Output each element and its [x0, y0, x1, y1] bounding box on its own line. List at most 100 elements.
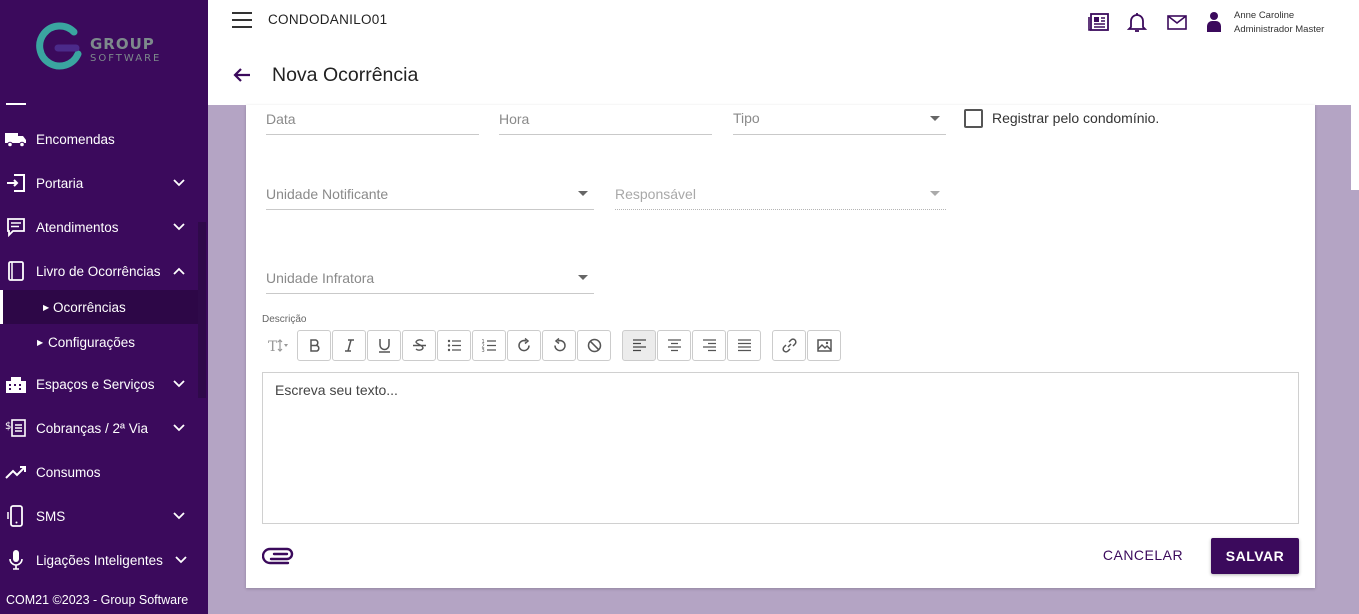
italic-icon	[344, 339, 354, 352]
attachment-icon[interactable]	[262, 543, 296, 567]
bullet-list-button[interactable]	[437, 330, 471, 361]
occurrence-form: Data Hora Tipo Registrar pelo condomínio…	[246, 105, 1315, 588]
tipo-placeholder: Tipo	[733, 110, 760, 126]
newspaper-icon[interactable]	[1088, 11, 1110, 33]
insert-image-button[interactable]	[807, 330, 841, 361]
chevron-down-icon	[173, 424, 185, 432]
hamburger-line	[232, 19, 252, 21]
descricao-label: Descrição	[262, 314, 307, 325]
phone-icon	[5, 505, 27, 527]
hamburger-line	[232, 26, 252, 28]
sidebar-item-label: Consumos	[36, 464, 101, 480]
dropdown-arrow-icon	[930, 191, 940, 196]
sidebar-item-consumos[interactable]: Consumos	[0, 452, 208, 492]
book-icon	[5, 260, 27, 282]
underline-icon	[378, 339, 390, 353]
bill-icon: $	[5, 417, 27, 439]
chevron-up-icon	[173, 267, 185, 275]
sidebar: GROUP SOFTWARE Encomendas Portaria Atend…	[0, 0, 208, 614]
sidebar-item-atendimentos[interactable]: Atendimentos	[0, 207, 208, 247]
chevron-down-icon	[175, 556, 187, 564]
caret-right-icon: ▶	[37, 337, 44, 347]
undo-button[interactable]	[542, 330, 576, 361]
registrar-label[interactable]: Registrar pelo condomínio.	[992, 110, 1159, 126]
font-size-button[interactable]: T	[262, 330, 296, 361]
align-center-icon	[667, 339, 681, 352]
data-placeholder: Data	[266, 111, 296, 127]
chevron-down-icon	[173, 512, 185, 520]
sidebar-item-portaria[interactable]: Portaria	[0, 163, 208, 203]
align-left-button[interactable]	[622, 330, 656, 361]
unidade-infratora-select[interactable]: Unidade Infratora	[266, 264, 594, 294]
data-field[interactable]: Data	[266, 105, 479, 135]
logo-g-icon	[36, 22, 82, 70]
description-editor[interactable]: Escreva seu texto...	[262, 372, 1299, 524]
sidebar-scrollbar[interactable]	[198, 222, 206, 398]
sidebar-item-label: Ligações Inteligentes	[36, 552, 163, 568]
user-icon[interactable]	[1206, 11, 1222, 33]
align-left-icon	[632, 339, 646, 352]
sidebar-item-label: SMS	[36, 508, 66, 524]
sidebar-item-ligacoes-inteligentes[interactable]: Ligações Inteligentes	[0, 540, 208, 580]
responsavel-select[interactable]: Responsável	[615, 180, 946, 210]
sidebar-item-label: Encomendas	[36, 131, 115, 147]
sidebar-item-livro-ocorrencias[interactable]: Livro de Ocorrências	[0, 251, 208, 291]
redo-button[interactable]	[507, 330, 541, 361]
bell-icon[interactable]	[1126, 11, 1148, 33]
unidade-notificante-placeholder: Unidade Notificante	[266, 186, 389, 202]
italic-button[interactable]	[332, 330, 366, 361]
align-justify-button[interactable]	[727, 330, 761, 361]
group-software-logo: GROUP SOFTWARE	[36, 22, 176, 74]
sidebar-item-encomendas[interactable]: Encomendas	[0, 119, 208, 159]
door-enter-icon	[5, 172, 27, 194]
hora-placeholder: Hora	[499, 111, 530, 127]
link-icon	[781, 338, 797, 353]
align-center-button[interactable]	[657, 330, 691, 361]
align-right-button[interactable]	[692, 330, 726, 361]
dropdown-arrow-icon	[578, 191, 588, 196]
dropdown-arrow-icon	[930, 116, 940, 121]
sidebar-item-espacos-servicos[interactable]: Espaços e Serviços	[0, 364, 208, 404]
hora-field[interactable]: Hora	[499, 105, 712, 135]
sidebar-subitem-configuracoes[interactable]: ▶ Configurações	[0, 325, 198, 359]
menu-toggle-button[interactable]	[232, 12, 252, 28]
page-scrollbar[interactable]	[1351, 105, 1359, 190]
top-header: CONDODANILO01 Anne Caroline Administrado…	[208, 0, 1359, 105]
building-icon	[5, 373, 27, 395]
cancel-button[interactable]: CANCELAR	[1097, 539, 1189, 571]
registrar-checkbox[interactable]	[964, 109, 983, 128]
sidebar-footer: COM21 ©2023 - Group Software	[0, 586, 208, 614]
svg-text:$: $	[5, 421, 11, 432]
sidebar-item-label: Atendimentos	[36, 219, 119, 235]
redo-icon	[517, 337, 530, 352]
sidebar-item-sms[interactable]: SMS	[0, 496, 208, 536]
clear-format-button[interactable]	[577, 330, 611, 361]
editor-placeholder: Escreva seu texto...	[275, 382, 398, 398]
logo-text-group: GROUP	[90, 35, 155, 53]
caret-right-icon: ▶	[43, 302, 50, 312]
numbered-list-button[interactable]: 123	[472, 330, 506, 361]
undo-icon	[553, 337, 566, 352]
chat-icon	[5, 216, 27, 238]
back-arrow-icon[interactable]	[232, 65, 252, 85]
strikethrough-icon	[412, 339, 426, 351]
save-button[interactable]: SALVAR	[1211, 538, 1299, 574]
insert-link-button[interactable]	[772, 330, 806, 361]
mail-icon[interactable]	[1166, 11, 1188, 33]
responsavel-placeholder: Responsável	[615, 186, 696, 202]
bold-icon	[309, 339, 319, 352]
trend-icon	[5, 461, 27, 483]
clear-format-icon	[587, 338, 601, 353]
svg-text:3: 3	[481, 348, 484, 354]
chevron-down-icon	[173, 380, 185, 388]
sidebar-subitem-ocorrencias[interactable]: ▶ Ocorrências	[0, 290, 198, 324]
align-justify-icon	[737, 339, 751, 352]
bold-button[interactable]	[297, 330, 331, 361]
underline-button[interactable]	[367, 330, 401, 361]
chevron-down-icon	[173, 223, 185, 231]
unidade-notificante-select[interactable]: Unidade Notificante	[266, 180, 594, 210]
svg-text:T: T	[268, 339, 278, 354]
strikethrough-button[interactable]	[402, 330, 436, 361]
tipo-select[interactable]: Tipo	[733, 105, 946, 135]
sidebar-item-cobrancas[interactable]: $ Cobranças / 2ª Via	[0, 408, 208, 448]
